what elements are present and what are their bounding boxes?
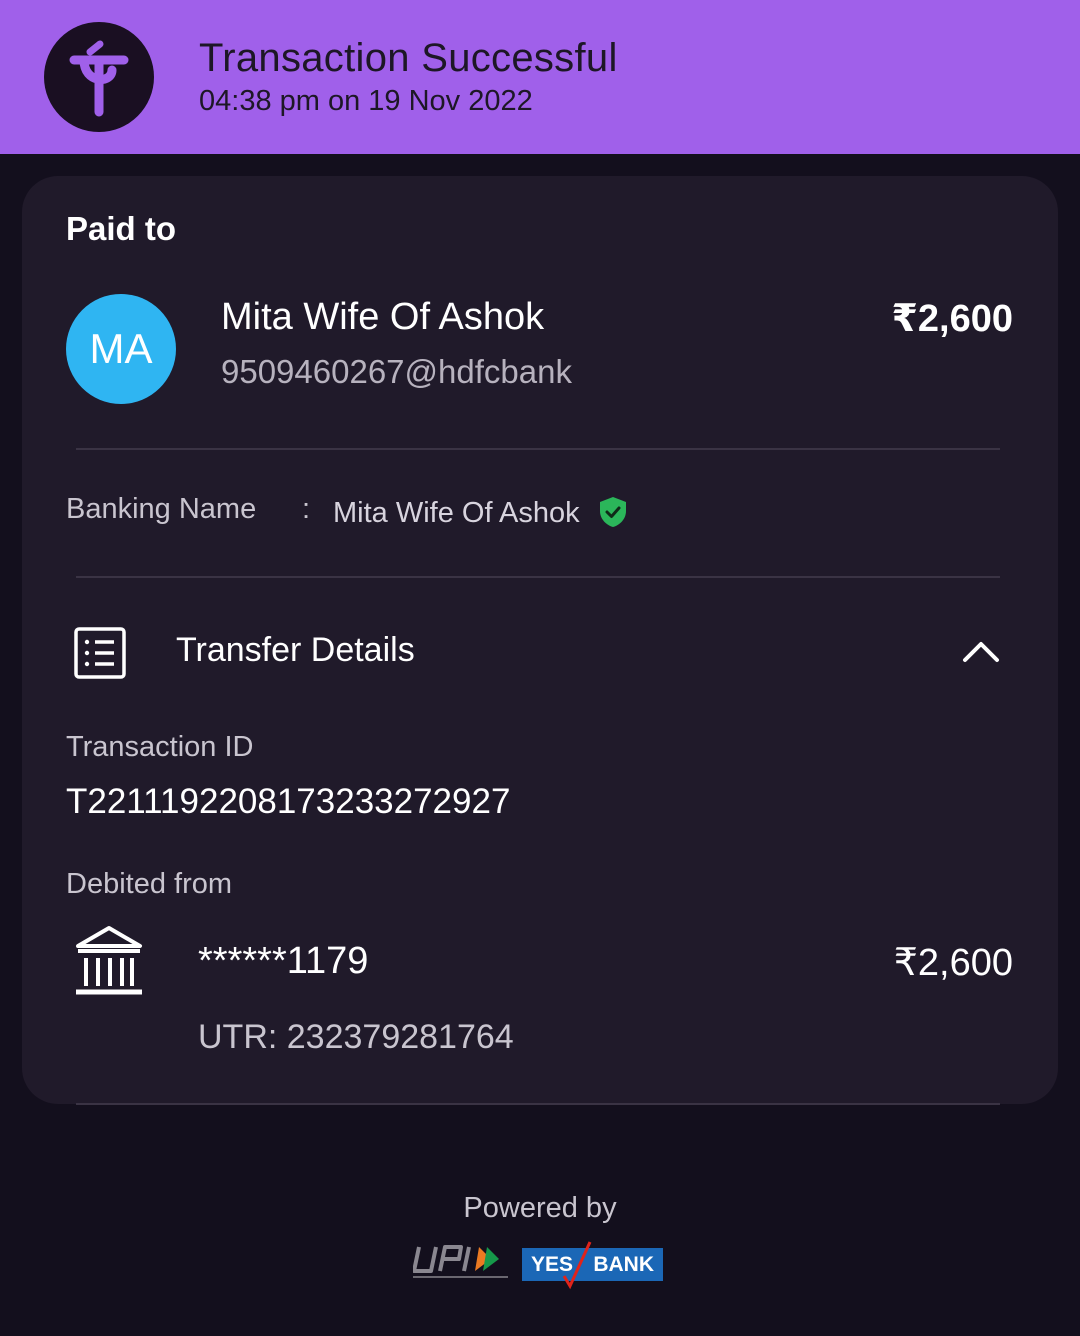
payee-name: Mita Wife Of Ashok [221, 296, 545, 338]
payee-avatar: MA [66, 294, 176, 404]
transaction-timestamp: 04:38 pm on 19 Nov 2022 [199, 85, 533, 117]
yes-bank-logo: YES BANK [522, 1241, 663, 1290]
divider [76, 576, 1000, 578]
bank-icon [76, 926, 142, 995]
divider [76, 448, 1000, 450]
verified-shield-icon [600, 497, 626, 527]
paid-to-label: Paid to [66, 210, 177, 247]
chevron-up-icon[interactable] [962, 638, 1000, 666]
paid-amount: ₹2,600 [891, 298, 1013, 340]
payee-upi-id: 9509460267@hdfcbank [221, 353, 572, 390]
status-title: Transaction Successful [199, 36, 618, 80]
yes-bank-bank-text: BANK [593, 1252, 654, 1276]
powered-by-label: Powered by [463, 1192, 617, 1224]
phonepe-logo-icon [44, 22, 154, 132]
transaction-status-header: Transaction Successful 04:38 pm on 19 No… [0, 0, 1080, 154]
debited-from-label: Debited from [66, 868, 233, 900]
debit-account-number: ******1179 [198, 940, 369, 982]
upi-logo [413, 1245, 508, 1278]
banking-name-separator: : [302, 493, 311, 525]
utr-number[interactable]: UTR: 232379281764 [198, 1018, 514, 1057]
banking-name-label: Banking Name [66, 493, 257, 525]
transaction-id-label: Transaction ID [66, 731, 254, 763]
debited-amount: ₹2,600 [893, 942, 1013, 984]
receipt-list-icon [74, 627, 126, 679]
banking-name-value: Mita Wife Of Ashok [333, 497, 580, 529]
divider [76, 1103, 1000, 1105]
transaction-details-card: Paid to MA Mita Wife Of Ashok 9509460267… [22, 176, 1058, 1104]
yes-bank-tick-icon [562, 1241, 592, 1290]
transaction-id-value[interactable]: T2211192208173233272927 [66, 782, 510, 822]
transfer-details-title[interactable]: Transfer Details [176, 631, 415, 670]
